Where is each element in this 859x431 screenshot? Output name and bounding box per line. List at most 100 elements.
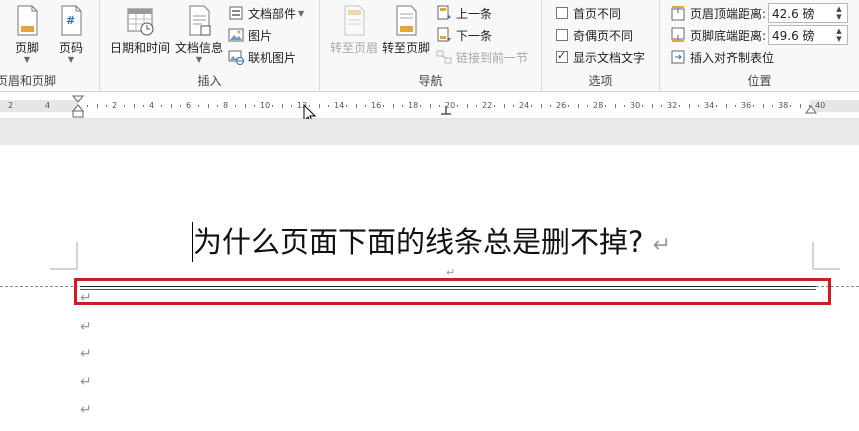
ruler-tick-label: 4: [149, 101, 155, 110]
online-picture-button[interactable]: 联机图片: [228, 47, 296, 67]
previous-label: 上一条: [456, 6, 493, 21]
spin-down-icon[interactable]: ▼: [836, 13, 841, 21]
spin-up-icon[interactable]: ▲: [836, 5, 841, 13]
ruler-minor-tick: [540, 104, 542, 108]
paragraph-mark: ↵: [80, 374, 92, 390]
center-tab-marker-icon[interactable]: [440, 105, 452, 117]
goto-header-button[interactable]: 转至页眉: [330, 4, 378, 56]
ruler-tick-label: 28: [593, 101, 604, 110]
ribbon: 页脚 ▼ # 页码 ▼ 页眉和页脚 日期和时间 文档信息 ▼ 文档部件 ▼ 图片…: [0, 0, 859, 92]
footer-button[interactable]: 页脚 ▼: [12, 4, 42, 64]
ruler-minor-tick: [734, 105, 736, 107]
paragraph-mark: ↵: [80, 319, 92, 335]
ruler-minor-tick: [290, 105, 292, 107]
right-indent-marker-icon[interactable]: [805, 105, 817, 117]
ruler-tick-label: 16: [371, 101, 382, 110]
link-previous-button[interactable]: 链接到前一节: [436, 47, 528, 67]
header-top-distance-spinner[interactable]: ▲▼: [768, 3, 848, 23]
spinner-arrows[interactable]: ▲ ▼: [831, 4, 847, 22]
indent-marker-icon[interactable]: [72, 95, 84, 119]
ruler-tick-label: 4: [45, 101, 51, 110]
checkbox-box-checked[interactable]: [556, 49, 568, 63]
ruler-tick-label: 14: [334, 101, 345, 110]
horizontal-ruler[interactable]: 4 2 2 4 6 8 10 12 14 16 18 20 22 24 26 28 30 32 34 36 38 40: [0, 93, 859, 119]
ruler-minor-tick: [133, 104, 135, 108]
group-insert: 日期和时间 文档信息 ▼ 文档部件 ▼ 图片 联机图片 插入: [100, 0, 320, 92]
align-tab-icon: [671, 50, 685, 64]
paragraph-mark: ↵: [80, 290, 92, 306]
footer-distance-icon: [671, 27, 685, 42]
footer-icon: [17, 5, 38, 36]
group-label-navigation: 导航: [418, 74, 443, 88]
ruler-minor-tick: [124, 105, 126, 107]
ruler-minor-tick: [614, 104, 616, 108]
picture-icon: [228, 28, 244, 42]
odd-even-different-checkbox[interactable]: 奇偶页不同: [556, 25, 633, 45]
doc-info-label: 文档信息: [175, 41, 224, 55]
insert-align-tab-label: 插入对齐制表位: [690, 50, 775, 65]
spinner-arrows[interactable]: ▲ ▼: [831, 26, 847, 44]
footer-bottom-distance-spinner[interactable]: ▲▼: [768, 25, 848, 45]
ruler-tick-label: 34: [704, 101, 715, 110]
ruler-minor-tick: [531, 105, 533, 107]
doc-parts-label: 文档部件: [248, 6, 297, 21]
insert-align-tab-button[interactable]: 插入对齐制表位: [670, 47, 774, 67]
group-label-header-footer: 页眉和页脚: [0, 74, 57, 88]
heading-text: 为什么页面下面的线条总是删不掉?: [193, 225, 644, 259]
goto-footer-label: 转至页脚: [382, 41, 431, 55]
ruler-tick-label: 30: [630, 101, 641, 110]
ruler-minor-tick: [799, 104, 801, 108]
footer-bottom-distance-input[interactable]: [769, 26, 831, 44]
ruler-minor-tick: [355, 104, 357, 108]
ruler-minor-tick: [651, 104, 653, 108]
ruler-minor-tick: [161, 105, 163, 107]
link-previous-label: 链接到前一节: [456, 50, 529, 65]
goto-footer-button[interactable]: 转至页脚: [382, 4, 430, 56]
spin-up-icon[interactable]: ▲: [836, 27, 841, 35]
doc-parts-button[interactable]: 文档部件 ▼: [228, 3, 304, 23]
header-top-distance-label-row: 页眉顶端距离:: [670, 3, 766, 23]
date-time-label: 日期和时间: [110, 41, 171, 55]
checkbox-box[interactable]: [556, 7, 568, 19]
ruler-minor-tick: [586, 105, 588, 107]
group-label-insert: 插入: [197, 74, 222, 88]
page-number-button[interactable]: # 页码 ▼: [56, 4, 86, 64]
picture-label: 图片: [248, 28, 273, 43]
picture-button[interactable]: 图片: [228, 25, 272, 45]
doc-info-button[interactable]: 文档信息 ▼: [175, 4, 223, 64]
ruler-minor-tick: [96, 104, 98, 108]
ruler-minor-tick: [660, 105, 662, 107]
ruler-minor-tick: [568, 105, 570, 107]
footer-bottom-distance-label: 页脚底端距离:: [690, 28, 767, 43]
group-position: 页眉顶端距离: ▲▼ 页脚底端距离: ▲▼ 插入对齐制表位 位置: [660, 0, 859, 92]
ruler-minor-tick: [420, 105, 422, 107]
page-gap: [0, 119, 859, 145]
first-page-different-checkbox[interactable]: 首页不同: [556, 3, 621, 23]
show-document-text-label: 显示文档文字: [573, 50, 646, 65]
ruler-tick-label: 8: [223, 101, 229, 110]
checkbox-box[interactable]: [556, 29, 568, 41]
ruler-minor-tick: [475, 105, 477, 107]
ruler-minor-tick: [327, 105, 329, 107]
highlight-box: [74, 278, 831, 305]
paragraph-mark: ↵: [80, 346, 92, 362]
group-header-footer: 页脚 ▼ # 页码 ▼ 页眉和页脚: [0, 0, 100, 92]
group-label-position: 位置: [747, 74, 772, 88]
footer-bottom-distance-label-row: 页脚底端距离:: [670, 25, 766, 45]
ruler-minor-tick: [281, 104, 283, 108]
ruler-minor-tick: [244, 104, 246, 108]
chevron-down-icon: ▼: [23, 55, 31, 64]
ruler-minor-tick: [762, 104, 764, 108]
ruler-minor-tick: [429, 104, 431, 108]
date-time-button[interactable]: 日期和时间: [110, 4, 170, 56]
previous-button[interactable]: 上一条: [436, 3, 492, 23]
spin-down-icon[interactable]: ▼: [836, 35, 841, 43]
ruler-tick-label: 26: [556, 101, 567, 110]
ruler-minor-tick: [623, 105, 625, 107]
next-button[interactable]: 下一条: [436, 25, 492, 45]
document-heading[interactable]: 为什么页面下面的线条总是删不掉? ↵: [193, 219, 671, 261]
ruler-minor-tick: [235, 105, 237, 107]
header-top-distance-input[interactable]: [769, 4, 831, 22]
page-number-label: 页码: [58, 41, 83, 55]
show-document-text-checkbox[interactable]: 显示文档文字: [556, 47, 645, 67]
